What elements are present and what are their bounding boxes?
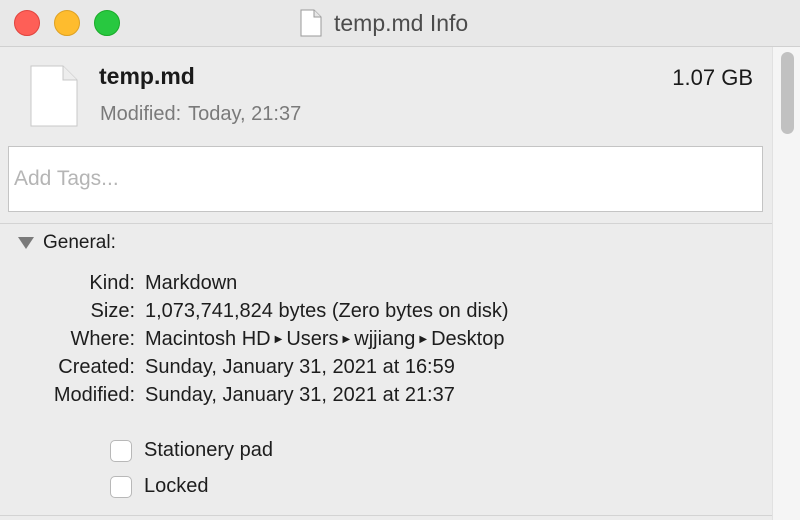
path-separator-icon: ▶ — [342, 334, 351, 345]
kind-label: Kind: — [89, 272, 135, 294]
modified-summary-value: Today, 21:37 — [188, 103, 302, 125]
info-row-modified: Modified: Sunday, January 31, 2021 at 21… — [0, 384, 772, 410]
window-title: temp.md Info — [334, 9, 469, 36]
info-panel: temp.md 1.07 GB Modified: Today, 21:37 Ge… — [0, 47, 772, 520]
info-row-created: Created: Sunday, January 31, 2021 at 16:… — [0, 356, 772, 382]
divider — [0, 223, 772, 224]
general-section-title: General: — [43, 232, 116, 253]
path-segment: Macintosh HD — [145, 328, 271, 350]
kind-value: Markdown — [145, 272, 238, 294]
modified-label: Modified: — [53, 384, 135, 406]
stationery-pad-option[interactable]: Stationery pad — [110, 439, 273, 462]
size-value: 1,073,741,824 bytes (Zero bytes on disk) — [145, 300, 509, 322]
info-row-where: Where: Macintosh HD ▶ Users ▶ wjjiang ▶ Deskto… — [0, 328, 772, 354]
divider — [0, 515, 772, 516]
modified-summary: Modified: Today, 21:37 — [100, 103, 301, 126]
modified-summary-label: Modified: — [100, 103, 182, 125]
locked-label: Locked — [144, 475, 209, 497]
info-row-size: Size: 1,073,741,824 bytes (Zero bytes on… — [0, 300, 772, 326]
general-section-toggle[interactable]: General: — [17, 232, 116, 254]
stationery-pad-checkbox[interactable] — [110, 439, 132, 462]
minimize-window-button[interactable] — [54, 10, 80, 36]
path-segment: Users — [286, 328, 339, 350]
disclosure-triangle-icon — [18, 237, 34, 249]
tags-input[interactable] — [8, 146, 763, 212]
close-window-button[interactable] — [14, 10, 40, 36]
created-label: Created: — [58, 356, 135, 378]
title-bar: temp.md Info — [0, 0, 800, 47]
path-segment: Desktop — [431, 328, 505, 350]
created-value: Sunday, January 31, 2021 at 16:59 — [145, 356, 455, 378]
vertical-scrollbar[interactable] — [772, 47, 800, 520]
where-path: Macintosh HD ▶ Users ▶ wjjiang ▶ Desktop — [145, 328, 504, 351]
window-title-group: temp.md Info — [300, 6, 468, 40]
stationery-pad-label: Stationery pad — [144, 439, 273, 461]
scrollbar-thumb[interactable] — [781, 52, 794, 134]
file-size: 1.07 GB — [672, 65, 753, 90]
locked-option[interactable]: Locked — [110, 475, 209, 498]
zoom-window-button[interactable] — [94, 10, 120, 36]
document-icon — [30, 65, 78, 127]
modified-value: Sunday, January 31, 2021 at 21:37 — [145, 384, 455, 406]
path-separator-icon: ▶ — [419, 334, 428, 345]
file-name: temp.md — [99, 63, 195, 89]
path-separator-icon: ▶ — [274, 334, 283, 345]
locked-checkbox[interactable] — [110, 475, 132, 498]
path-segment: wjjiang — [354, 328, 416, 350]
where-label: Where: — [70, 328, 135, 350]
info-row-kind: Kind: Markdown — [0, 272, 772, 298]
document-icon — [300, 9, 322, 37]
size-label: Size: — [90, 300, 135, 322]
